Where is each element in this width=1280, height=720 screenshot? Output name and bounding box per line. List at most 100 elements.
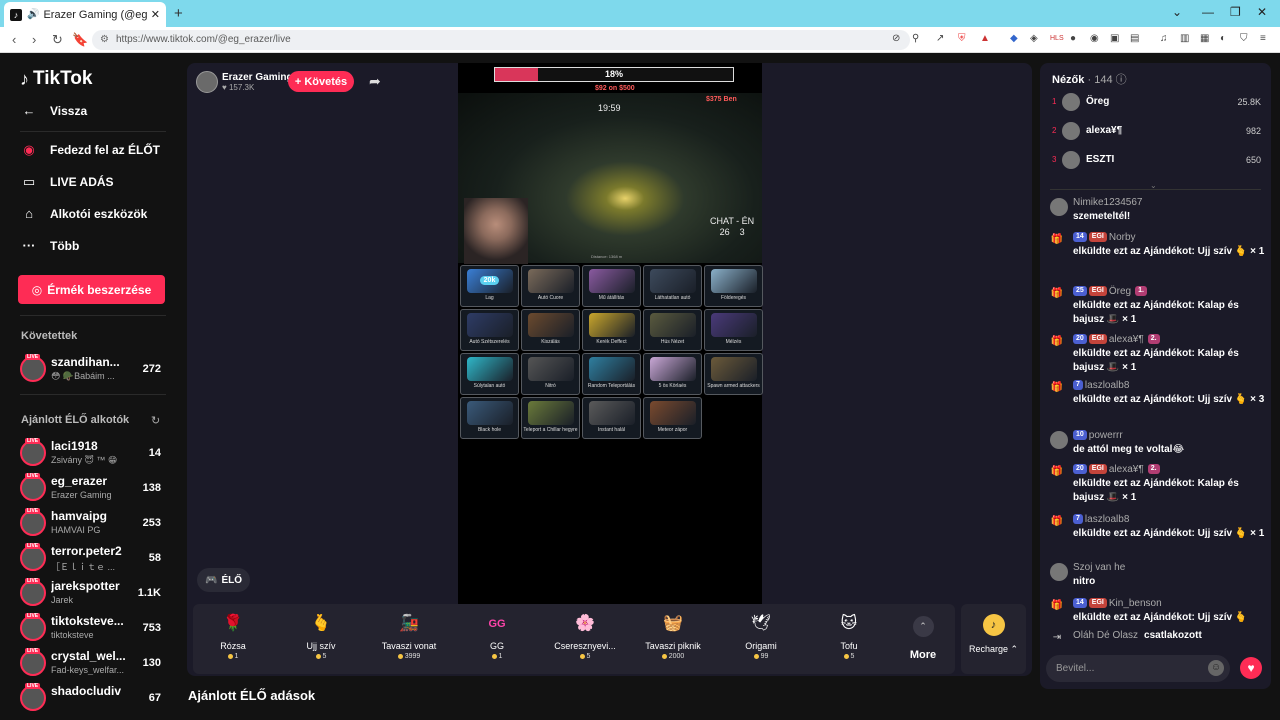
chevron-up-icon: ⌃: [912, 616, 934, 637]
chat-username[interactable]: alexa¥¶: [1109, 334, 1144, 345]
forward-icon[interactable]: ›: [32, 32, 36, 47]
recommended-item[interactable]: LIVE eg_erazer Erazer Gaming 138: [20, 472, 165, 506]
window-close-icon[interactable]: ✕: [1257, 5, 1267, 19]
viewers-header[interactable]: Nézők · 144 ⓘ: [1052, 71, 1127, 87]
extension-3-icon[interactable]: ●: [1070, 33, 1076, 44]
back-icon[interactable]: ‹: [12, 32, 16, 47]
extension-5-icon[interactable]: ▣: [1110, 33, 1119, 44]
gift-item[interactable]: 🐱 Tofu 5: [809, 604, 889, 674]
url-field[interactable]: ⚙ https://www.tiktok.com/@eg_erazer/live: [92, 30, 910, 50]
chat-input[interactable]: Bevitel... ☺: [1046, 655, 1230, 682]
extension-4-icon[interactable]: ◉: [1090, 33, 1099, 44]
media-icon[interactable]: ♫: [1160, 33, 1168, 44]
chat-message-header[interactable]: Szoj van he: [1073, 561, 1265, 575]
profile-icon[interactable]: ◐: [1220, 33, 1226, 44]
gift-item[interactable]: GG GG 1: [457, 604, 537, 674]
nav-explore-live[interactable]: ◉ Fedezd fel az ÉLŐT: [20, 142, 160, 158]
minimize-icon[interactable]: —: [1202, 5, 1214, 19]
zoom-icon[interactable]: ⚲: [912, 33, 919, 44]
chat-username[interactable]: alexa¥¶: [1109, 464, 1144, 475]
more-gifts-button[interactable]: ⌃ More: [903, 604, 943, 674]
gift-name: Tofu: [840, 641, 858, 651]
recommended-item[interactable]: LIVE laci1918 Zsivány 😇 ™ 😁 14: [20, 437, 165, 471]
restore-icon[interactable]: ❐: [1230, 5, 1241, 19]
chat-username[interactable]: laszloalb8: [1085, 380, 1129, 391]
chat-message-header[interactable]: 7 laszloalb8: [1073, 379, 1265, 393]
gift-item[interactable]: 🧺 Tavaszi piknik 2000: [633, 604, 713, 674]
chat-username[interactable]: Kin_benson: [1109, 598, 1162, 609]
chat-message-header[interactable]: 14 EGI Kin_benson: [1073, 597, 1265, 611]
vpn-icon[interactable]: ⛉: [1240, 33, 1248, 44]
emoji-icon[interactable]: ☺: [1208, 660, 1224, 676]
action-card: Teleport a Chillar hegyre: [521, 397, 580, 439]
close-tab-icon[interactable]: ✕: [151, 8, 160, 21]
chat-message-header[interactable]: 25 EGI Öreg 1.: [1073, 285, 1265, 299]
info-icon[interactable]: ⓘ: [1116, 74, 1127, 86]
share-page-icon[interactable]: ↗: [936, 33, 944, 44]
hls-extension-icon[interactable]: HLS: [1050, 35, 1064, 42]
get-coins-button[interactable]: ◎ Érmék beszerzése: [18, 275, 165, 304]
nav-live[interactable]: ▭ LIVE ADÁS: [20, 174, 114, 190]
recommended-item[interactable]: LIVE tiktoksteve... tiktoksteve 753: [20, 612, 165, 646]
follow-button[interactable]: + Követés: [288, 71, 354, 92]
host-header[interactable]: Erazer Gaming ♥ 157.3K: [196, 69, 293, 95]
site-info-icon[interactable]: ⚙: [100, 30, 109, 50]
top-viewer-row[interactable]: 3 ESZTI 650: [1050, 149, 1261, 173]
chat-username[interactable]: Öreg: [1109, 286, 1131, 297]
chat-message-header[interactable]: 14 EGI Norby: [1073, 231, 1265, 245]
extension-2-icon[interactable]: ◈: [1030, 33, 1038, 44]
recommended-item[interactable]: LIVE terror.peter2 ［Ｅｌｉｔｅ ... 58: [20, 542, 165, 576]
speaker-icon[interactable]: 🔊: [27, 9, 39, 20]
brave-shield-icon[interactable]: ⛨: [958, 33, 966, 44]
expand-chevron-icon[interactable]: ⌄: [1150, 181, 1157, 190]
chat-message-header[interactable]: 20 EGI alexa¥¶ 2.: [1073, 333, 1265, 347]
like-heart-icon[interactable]: ♥: [1240, 657, 1262, 679]
recommended-item[interactable]: LIVE hamvaipg HAMVAI PG 253: [20, 507, 165, 541]
extension-6-icon[interactable]: ▤: [1130, 33, 1139, 44]
chat-message-header[interactable]: 20 EGI alexa¥¶ 2.: [1073, 463, 1265, 477]
following-item[interactable]: LIVE szandihan... 😳 🪖Babáim ... 272: [20, 353, 165, 387]
bookmark-icon[interactable]: 🔖: [72, 32, 88, 48]
recommended-item[interactable]: LIVE shadocludiv 67: [20, 682, 165, 716]
tiktok-logo[interactable]: ♪ TikTok: [20, 68, 92, 90]
wallet-icon[interactable]: ▦: [1200, 33, 1209, 44]
recharge-button[interactable]: ♪ Recharge ⌃: [961, 604, 1026, 674]
live-badge[interactable]: 🎮 ÉLŐ: [197, 568, 250, 592]
new-tab-icon[interactable]: +: [174, 5, 183, 22]
nav-more[interactable]: ··· Több: [20, 238, 80, 253]
chat-message-header[interactable]: 10 powerrr: [1073, 429, 1265, 443]
gift-item[interactable]: 🕊 Origami 99: [721, 604, 801, 674]
tab-list-icon[interactable]: ⌄: [1172, 5, 1182, 19]
chat-username[interactable]: powerrr: [1089, 430, 1123, 441]
nav-creator-tools[interactable]: ⌂ Alkotói eszközök: [20, 206, 147, 221]
gift-item[interactable]: 🌸 Cseresznyevi... 5: [545, 604, 625, 674]
chat-username[interactable]: Norby: [1109, 232, 1136, 243]
rewards-icon[interactable]: ▲: [980, 33, 990, 44]
menu-icon[interactable]: ≡: [1260, 33, 1266, 44]
share-icon[interactable]: ➦: [369, 73, 381, 90]
back-link[interactable]: ← Vissza: [20, 103, 88, 118]
chat-username[interactable]: Szoj van he: [1073, 562, 1125, 573]
chat-username[interactable]: laszloalb8: [1085, 514, 1129, 525]
host-name[interactable]: Erazer Gaming: [222, 72, 293, 83]
live-video[interactable]: 18% $92 on $500 $375 Ben 19:59 CHAT - ÉN…: [458, 63, 763, 604]
recommended-item[interactable]: LIVE jarekspotter Jarek 1.1K: [20, 577, 165, 611]
refresh-icon[interactable]: ↻: [151, 414, 160, 427]
gift-item[interactable]: 🫰 Ujj szív 5: [281, 604, 361, 674]
extension-1-icon[interactable]: ◆: [1010, 33, 1018, 44]
gift-item[interactable]: 🌹 Rózsa 1: [193, 604, 273, 674]
translate-icon[interactable]: ⊘: [892, 33, 900, 44]
gift-item[interactable]: 🚂 Tavaszi vonat 3999: [369, 604, 449, 674]
sidebar-toggle-icon[interactable]: ▥: [1180, 33, 1189, 44]
browser-tab[interactable]: ♪ 🔊 Erazer Gaming (@eg_erazer) ‏ ✕: [4, 2, 166, 27]
top-viewer-row[interactable]: 1 Öreg 25.8K: [1050, 91, 1261, 115]
reload-icon[interactable]: ↻: [52, 32, 63, 48]
chat-message-header[interactable]: Nimike1234567: [1073, 196, 1265, 210]
chat-username[interactable]: Nimike1234567: [1073, 197, 1143, 208]
host-avatar[interactable]: [196, 71, 218, 93]
chat-username[interactable]: Oláh Dé Olasz: [1073, 630, 1138, 641]
recommended-item[interactable]: LIVE crystal_wel... Fad-keys_welfar... 1…: [20, 647, 165, 681]
chat-message-header[interactable]: Oláh Dé Olasz: [1073, 630, 1138, 641]
top-viewer-row[interactable]: 2 alexa¥¶ 982: [1050, 120, 1261, 144]
chat-message-header[interactable]: 7 laszloalb8: [1073, 513, 1265, 527]
